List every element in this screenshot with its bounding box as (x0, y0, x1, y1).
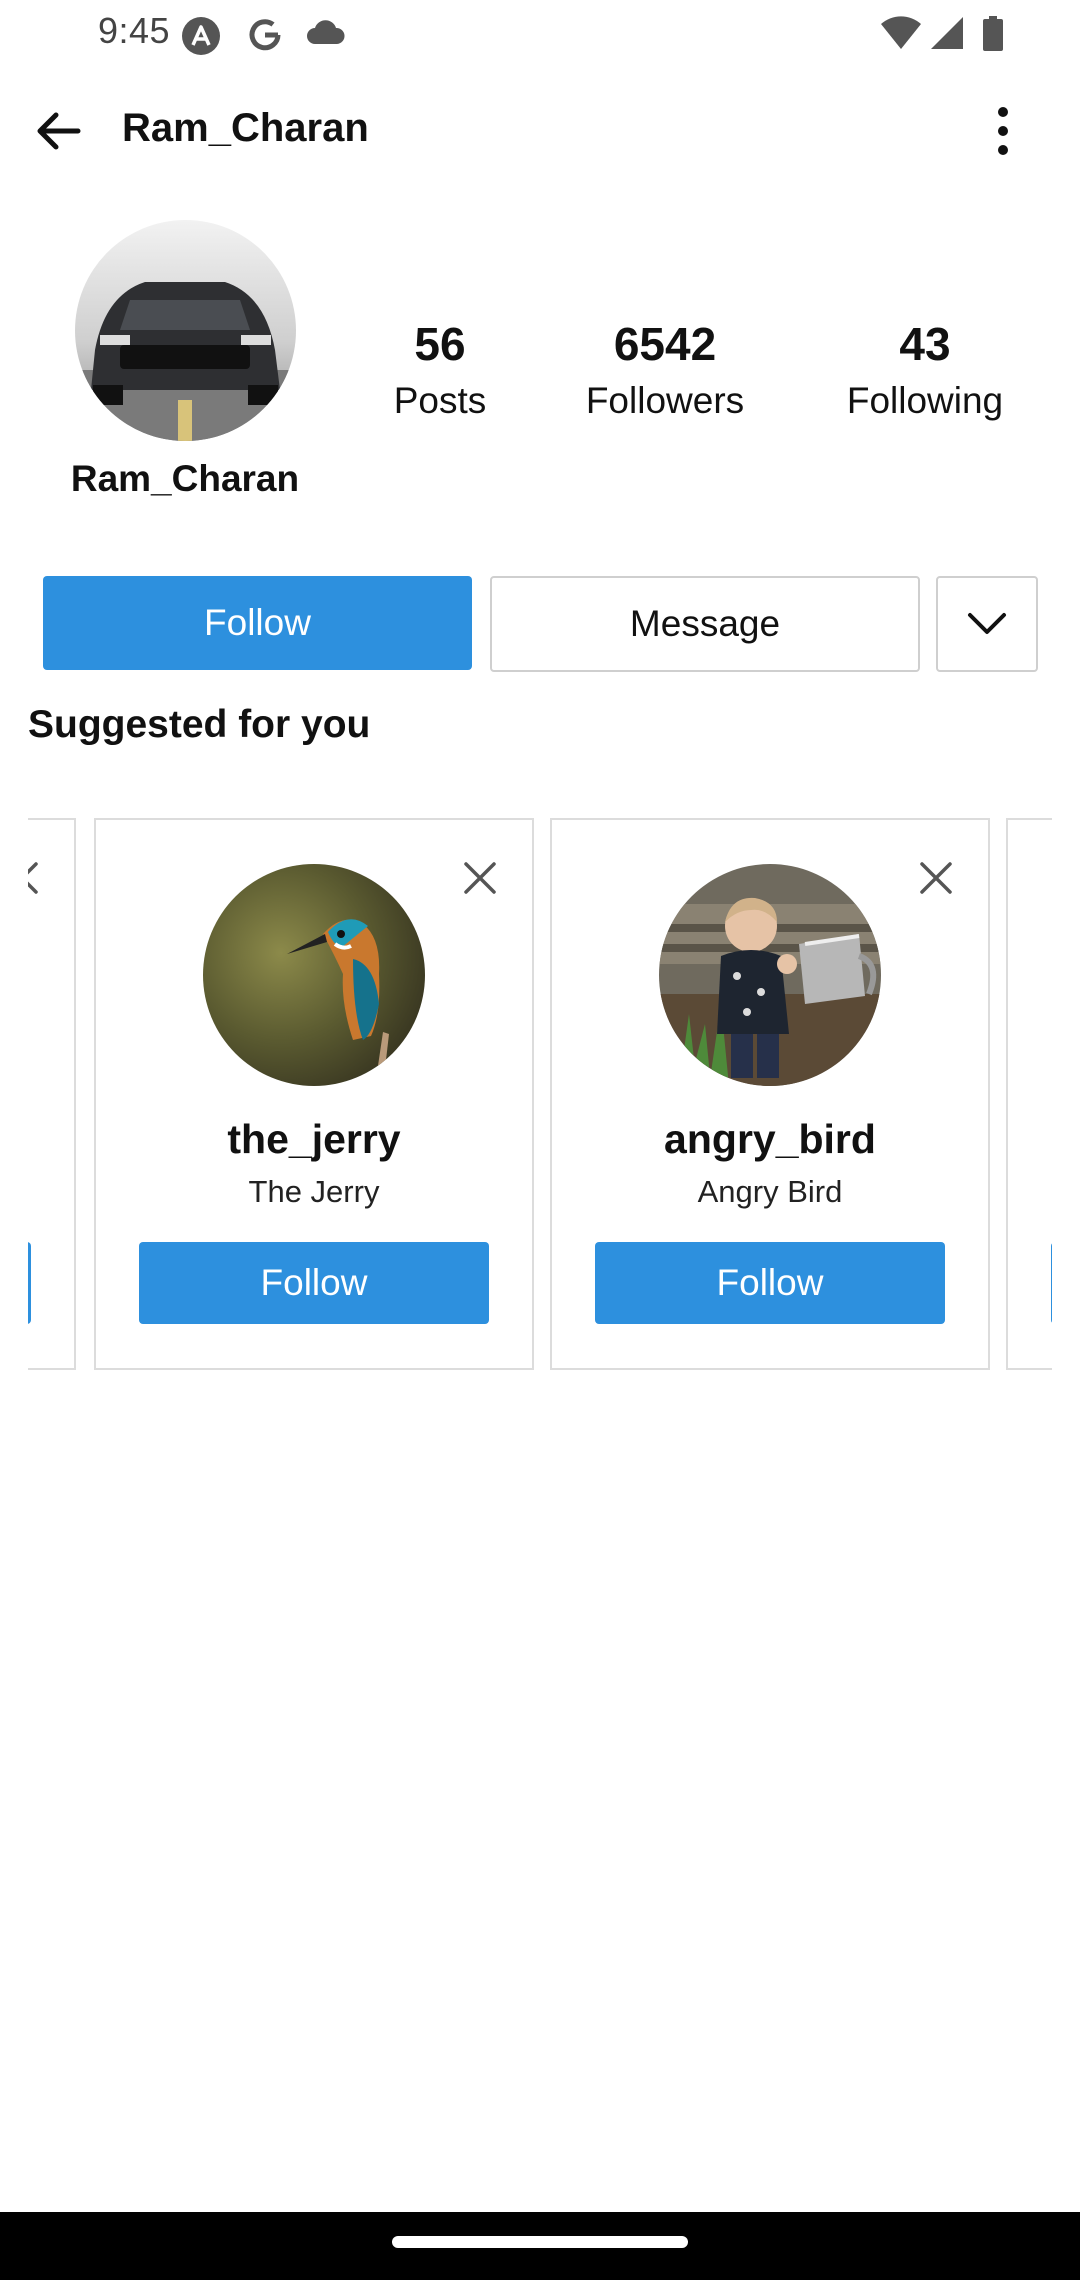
close-icon (920, 862, 952, 894)
followers-label: Followers (585, 380, 745, 421)
suggestion-follow-button[interactable]: Follow (595, 1242, 945, 1324)
suggested-title: Suggested for you (28, 703, 371, 746)
suggestion-follow-button[interactable] (1051, 1242, 1052, 1324)
message-button[interactable]: Message (490, 576, 920, 672)
chevron-down-icon (968, 613, 1006, 634)
wifi-icon (880, 16, 922, 55)
profile-avatar[interactable] (75, 220, 296, 441)
page-title: Ram_Charan (122, 106, 369, 150)
suggestion-card: angry_bird Angry Bird Follow (550, 818, 990, 1370)
signal-icon (930, 16, 964, 55)
suggestion-card: the_jerry The Jerry Follow (94, 818, 534, 1370)
dismiss-button[interactable] (28, 856, 44, 900)
suggested-carousel[interactable]: the_jerry The Jerry Follow angry_bird An… (28, 818, 1052, 1370)
app-bar: Ram_Charan (0, 66, 1080, 196)
suggestion-avatar[interactable] (659, 864, 881, 1086)
suggestion-username[interactable]: angry_bird (552, 1116, 988, 1163)
more-vert-icon (998, 107, 1008, 155)
home-gesture-handle[interactable] (392, 2236, 688, 2248)
close-icon (28, 862, 38, 894)
status-time: 9:45 (98, 10, 171, 51)
suggestion-card-partial (1006, 818, 1052, 1370)
suggestion-fullname: The Jerry (248, 1174, 380, 1209)
following-label: Following (846, 380, 1004, 421)
following-stat[interactable]: 43 Following (830, 316, 1020, 426)
a-icon (181, 16, 221, 61)
system-nav-bar (0, 2212, 1080, 2280)
followers-stat[interactable]: 6542 Followers (570, 316, 760, 426)
dismiss-button[interactable] (914, 856, 958, 900)
close-icon (464, 862, 496, 894)
suggestion-username[interactable]: the_jerry (96, 1116, 532, 1163)
suggestion-follow-button[interactable]: Follow (139, 1242, 489, 1324)
suggestion-card-partial (28, 818, 76, 1370)
battery-icon (982, 16, 1004, 57)
status-bar: 9:45 (0, 0, 1080, 66)
suggestion-follow-button[interactable] (28, 1242, 31, 1324)
suggestion-fullname: Angry Bird (697, 1174, 843, 1209)
posts-stat[interactable]: 56 Posts (380, 316, 500, 426)
more-options-button[interactable] (970, 96, 1036, 166)
dismiss-button[interactable] (458, 856, 502, 900)
posts-count: 56 (414, 318, 466, 370)
profile-name: Ram_Charan (70, 458, 300, 499)
suggestions-toggle-button[interactable] (936, 576, 1038, 672)
suggestion-avatar[interactable] (203, 864, 425, 1086)
arrow-back-icon (37, 112, 81, 150)
followers-count: 6542 (613, 318, 717, 370)
back-button[interactable] (20, 99, 96, 163)
google-icon (246, 16, 284, 59)
following-count: 43 (899, 318, 951, 370)
posts-label: Posts (393, 380, 487, 421)
cloud-icon (306, 20, 346, 51)
follow-button[interactable]: Follow (43, 576, 472, 670)
